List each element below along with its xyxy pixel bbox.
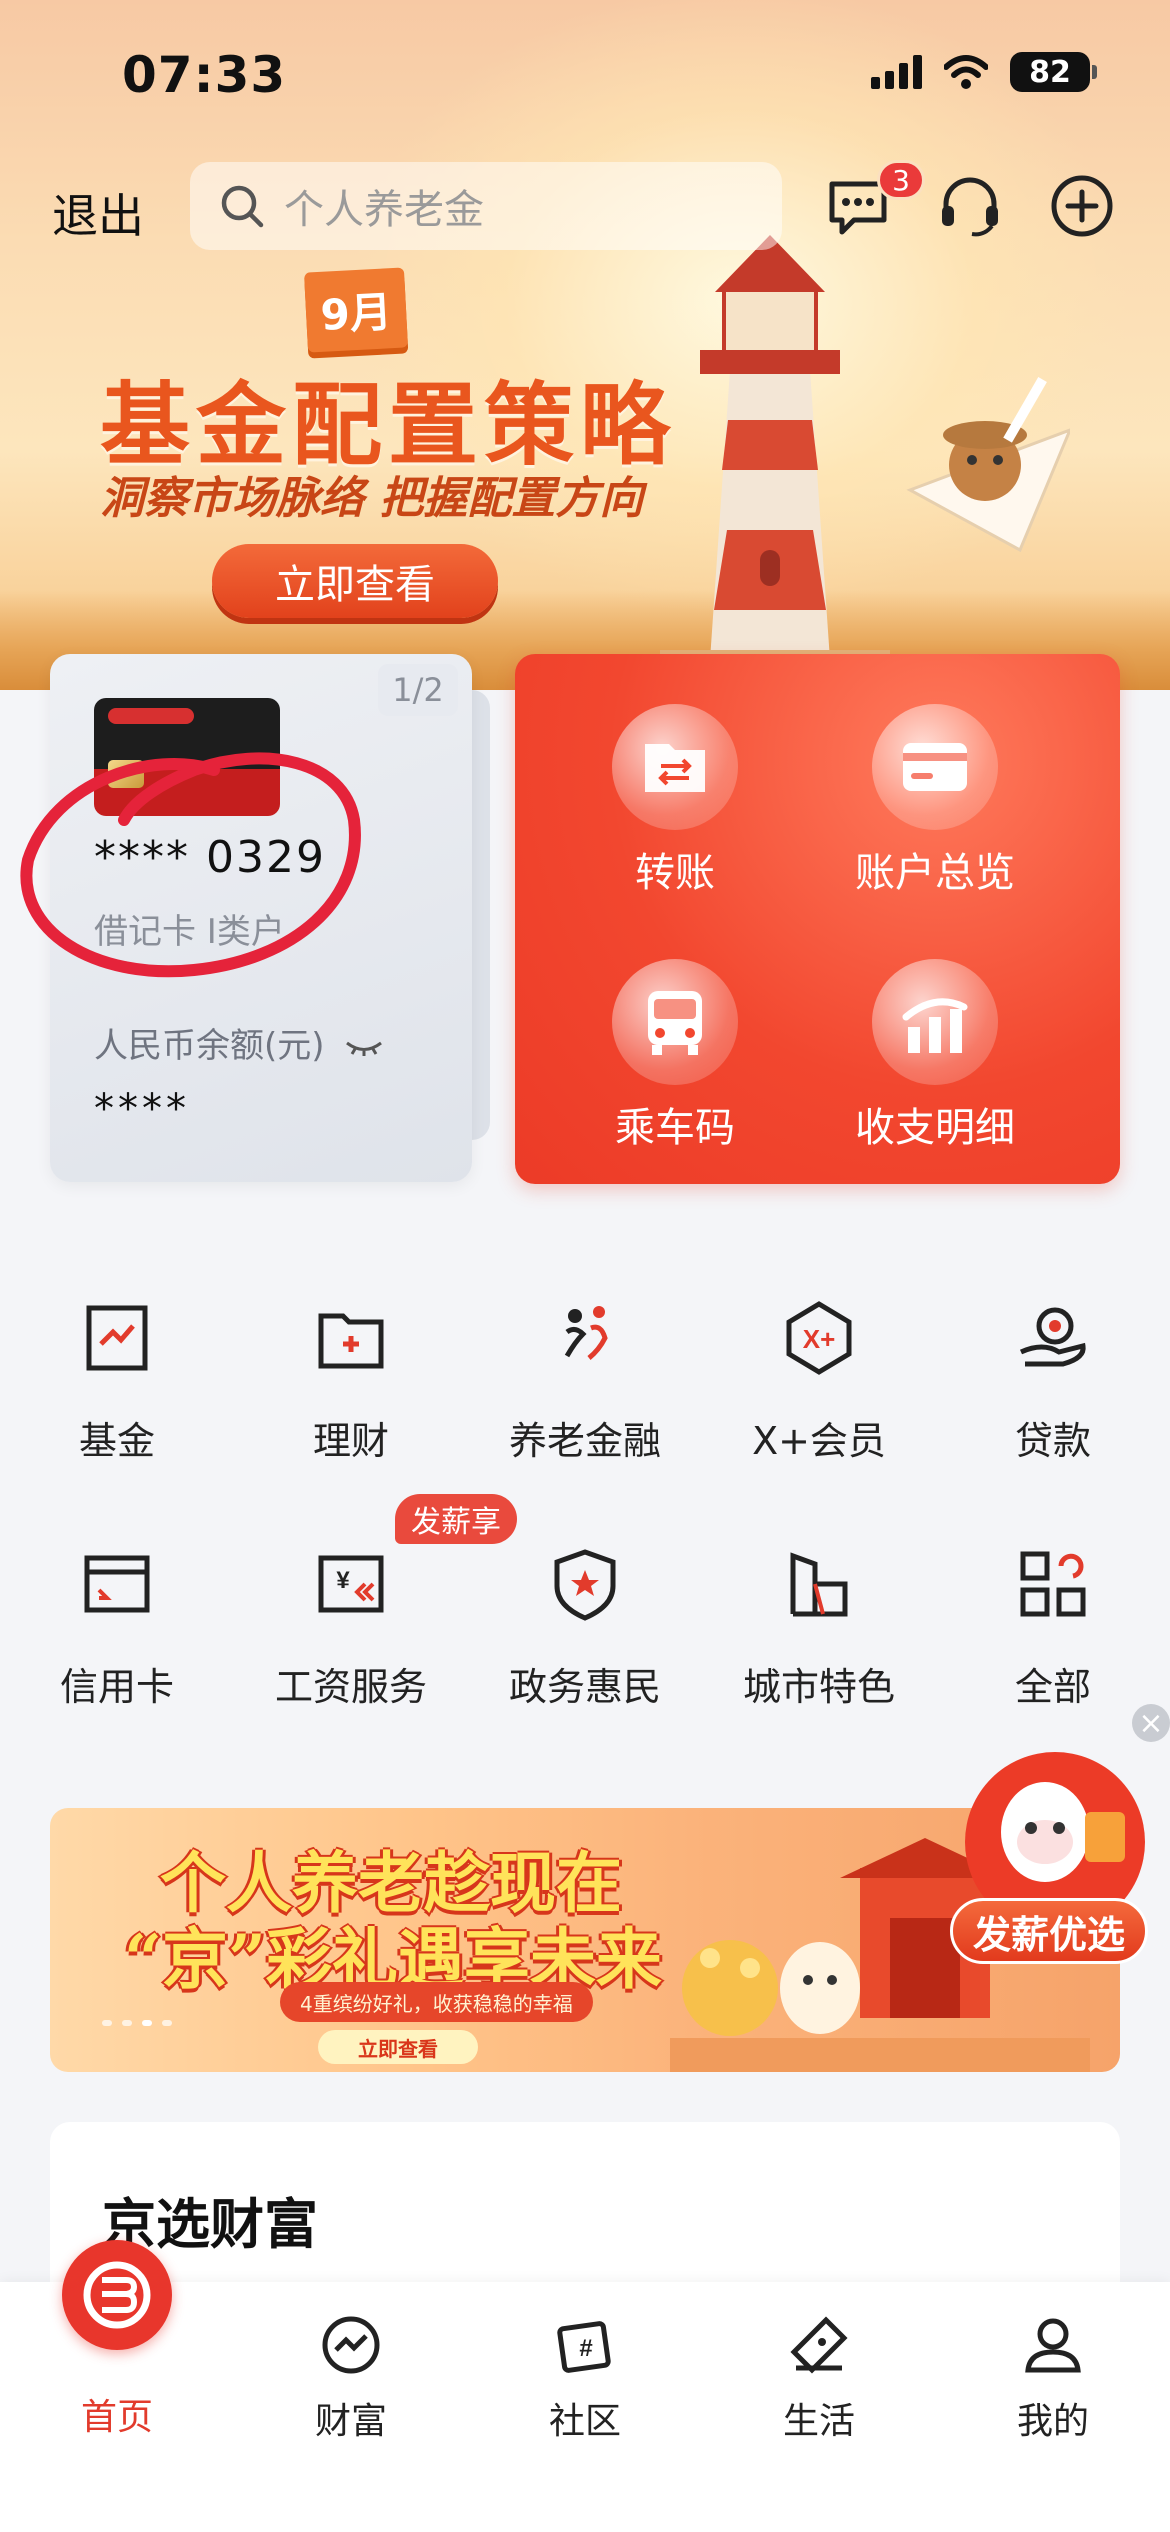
service-city[interactable]: 城市特色 <box>702 1544 936 1711</box>
bar-chart-icon <box>872 959 998 1085</box>
life-ticket-icon <box>790 2316 848 2374</box>
salary-promo-tag: 发薪享 <box>395 1494 517 1544</box>
card-type: 借记卡 I类户 <box>94 912 285 952</box>
customer-service-icon[interactable] <box>934 170 1006 242</box>
quick-action-bus-code[interactable]: 乘车码 <box>545 959 805 1153</box>
government-icon <box>554 1549 616 1621</box>
balance-value: **** <box>94 1086 190 1132</box>
service-label: 贷款 <box>1014 1419 1091 1463</box>
member-icon: X+ <box>786 1301 852 1375</box>
wealth-folder-icon <box>318 1313 384 1369</box>
tab-label: 生活 <box>782 2401 855 2442</box>
status-icons: 82 <box>871 52 1097 92</box>
tab-label: 我的 <box>1016 2401 1089 2442</box>
card-page-indicator: 1/2 <box>378 664 458 716</box>
wealth-chart-icon <box>322 2316 380 2374</box>
quick-actions-panel: 转账 账户总览 乘车码 收支明细 <box>515 654 1120 1184</box>
quick-action-label: 账户总览 <box>855 850 1015 896</box>
search-icon <box>221 185 264 228</box>
tab-label: 社区 <box>548 2401 621 2442</box>
bank-brand-icon <box>83 2261 151 2329</box>
add-icon[interactable] <box>1046 170 1118 242</box>
loan-icon <box>1019 1307 1086 1367</box>
tab-label: 财富 <box>314 2401 387 2442</box>
city-icon <box>790 1552 848 1617</box>
salary-icon: ¥ <box>318 1555 384 1613</box>
service-label: 全部 <box>1014 1665 1091 1709</box>
balance-label-text: 人民币余额(元) <box>94 1026 325 1066</box>
tab-wealth[interactable]: 财富 <box>234 2312 468 2444</box>
service-label: X+会员 <box>752 1419 886 1463</box>
quick-action-statements[interactable]: 收支明细 <box>805 959 1065 1153</box>
service-loan[interactable]: 贷款 <box>936 1298 1170 1465</box>
message-badge: 3 <box>877 160 925 200</box>
service-label: 城市特色 <box>742 1665 895 1709</box>
battery-indicator: 82 <box>1010 52 1097 92</box>
community-icon: # <box>557 2321 611 2373</box>
exit-button[interactable]: 退出 <box>52 180 144 246</box>
quick-action-label: 收支明细 <box>855 1105 1015 1151</box>
search-input[interactable]: 个人养老金 <box>190 162 782 250</box>
svg-text:¥: ¥ <box>336 1567 350 1594</box>
profile-icon <box>1025 2318 1081 2373</box>
service-pension[interactable]: 养老金融 <box>468 1298 702 1465</box>
credit-card-icon <box>84 1555 150 1613</box>
quick-action-transfer[interactable]: 转账 <box>545 704 805 898</box>
transfer-icon <box>612 704 738 830</box>
search-placeholder: 个人养老金 <box>284 187 484 233</box>
service-label: 养老金融 <box>508 1419 661 1463</box>
bank-card-image <box>94 698 280 816</box>
service-label: 基金 <box>78 1419 155 1463</box>
service-all[interactable]: 全部 <box>936 1544 1170 1711</box>
account-card[interactable]: 1/2 **** 0329 借记卡 I类户 人民币余额(元) **** <box>50 654 472 1182</box>
card-number: **** 0329 <box>94 832 326 883</box>
top-bar: 退出 个人养老金 <box>0 160 1170 250</box>
quick-action-label: 乘车码 <box>615 1105 735 1151</box>
bus-icon <box>612 959 738 1085</box>
service-fund[interactable]: 基金 <box>0 1298 234 1465</box>
tab-profile[interactable]: 我的 <box>936 2312 1170 2444</box>
promo-subtitle: 4重缤纷好礼，收获稳稳的幸福 <box>280 1982 593 2022</box>
status-time: 07:33 <box>122 46 287 104</box>
card-icon <box>872 704 998 830</box>
all-apps-icon <box>1020 1551 1086 1617</box>
service-government[interactable]: 政务惠民 <box>468 1544 702 1711</box>
eye-closed-icon[interactable] <box>345 1040 383 1056</box>
service-label: 政务惠民 <box>508 1665 661 1709</box>
banner-subtitle: 洞察市场脉络 把握配置方向 <box>100 473 644 524</box>
service-credit-card[interactable]: 信用卡 <box>0 1544 234 1711</box>
promo-carousel-dots <box>102 2020 172 2026</box>
card-chip-icon <box>108 760 144 788</box>
tab-label: 首页 <box>80 2397 153 2438</box>
svg-text:#: # <box>579 2335 592 2362</box>
hero-banner[interactable]: 07:33 82 退出 个人养老金 3 9月 基金配置策略 洞察市场脉络 把握配… <box>0 0 1170 690</box>
home-logo-icon[interactable] <box>62 2240 172 2350</box>
service-member[interactable]: X+ X+会员 <box>702 1298 936 1465</box>
tab-community[interactable]: # 社区 <box>468 2312 702 2444</box>
close-float-button[interactable]: × <box>1132 1704 1170 1742</box>
quick-action-account-overview[interactable]: 账户总览 <box>805 704 1065 898</box>
tab-life[interactable]: 生活 <box>702 2312 936 2444</box>
bottom-tab-bar: 首页 财富 # 社区 生活 我的 <box>0 2282 1170 2532</box>
balance-label: 人民币余额(元) <box>94 1018 383 1067</box>
service-wealth[interactable]: 理财 <box>234 1298 468 1465</box>
pension-icon <box>564 1306 608 1360</box>
service-label: 工资服务 <box>274 1665 427 1709</box>
service-label: 信用卡 <box>59 1665 174 1709</box>
svg-text:X+: X+ <box>803 1324 836 1354</box>
salary-select-label[interactable]: 发薪优选 <box>950 1898 1149 1964</box>
banner-month-tag: 9月 <box>303 267 409 353</box>
service-label: 理财 <box>312 1419 389 1463</box>
bank-logo-icon <box>108 708 194 724</box>
banner-view-button[interactable]: 立即查看 <box>212 544 498 618</box>
signal-icon <box>871 55 922 89</box>
quick-action-label: 转账 <box>635 850 715 896</box>
wifi-icon <box>944 55 988 89</box>
service-salary[interactable]: ¥ 工资服务 <box>234 1544 468 1711</box>
promo-view-button[interactable]: 立即查看 <box>318 2030 478 2064</box>
fund-icon <box>86 1305 148 1371</box>
